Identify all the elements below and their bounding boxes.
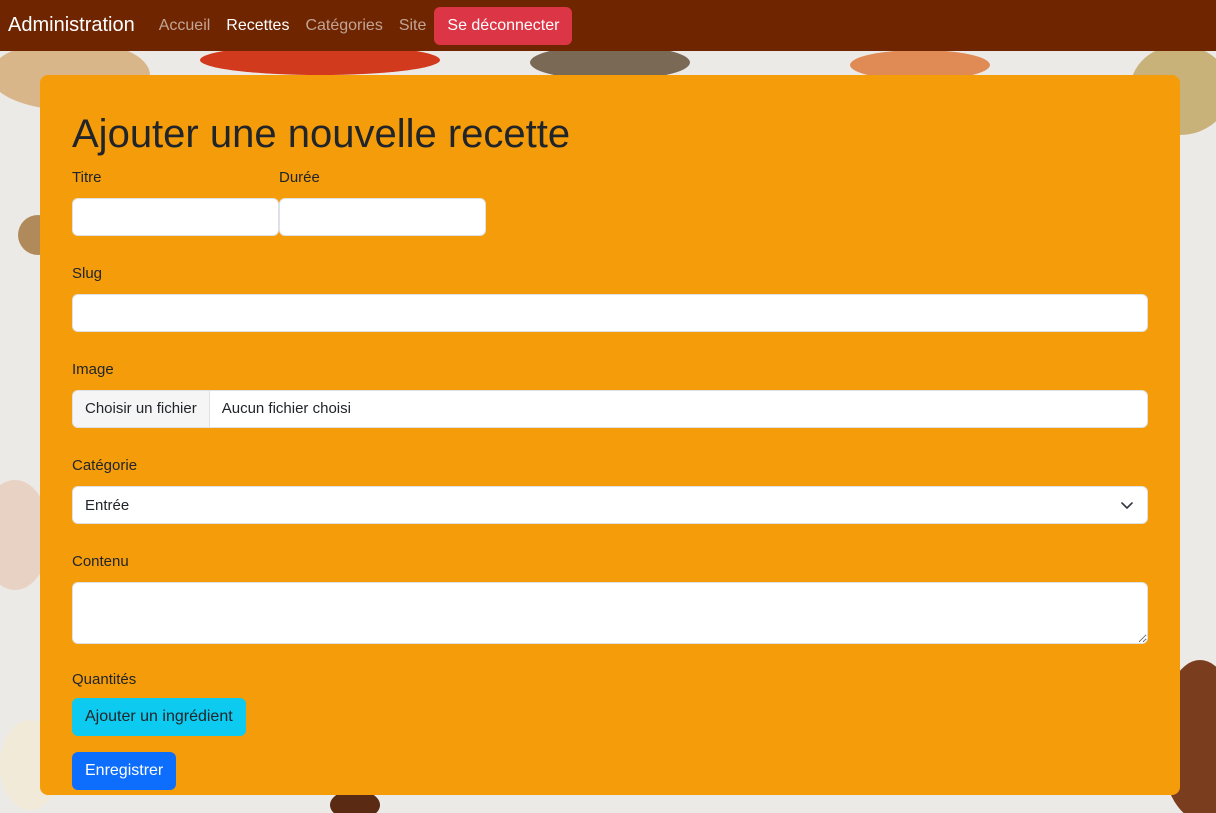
title-label: Titre (72, 169, 102, 186)
nav-link-site[interactable]: Site (399, 17, 427, 35)
slug-input[interactable] (72, 294, 1148, 332)
nav-link-recettes[interactable]: Recettes (226, 17, 289, 35)
content-group: Contenu (72, 552, 1148, 644)
navbar-brand[interactable]: Administration (8, 14, 135, 37)
slug-group: Slug (72, 264, 1148, 332)
duration-input[interactable] (279, 198, 486, 236)
quantities-label: Quantités (72, 671, 137, 688)
title-duration-row: Titre Durée (72, 168, 1148, 264)
image-file-input[interactable]: Choisir un fichier Aucun fichier choisi (72, 390, 1148, 428)
quantities-group: Quantités Ajouter un ingrédient (72, 670, 1148, 736)
nav-link-categories[interactable]: Catégories (305, 17, 382, 35)
duration-group: Durée (279, 168, 486, 236)
top-navbar: Administration Accueil Recettes Catégori… (0, 0, 1216, 51)
category-label: Catégorie (72, 457, 138, 474)
recipe-form-card: Ajouter une nouvelle recette Titre Durée… (40, 75, 1180, 795)
content-label: Contenu (72, 553, 129, 570)
image-group: Image Choisir un fichier Aucun fichier c… (72, 360, 1148, 428)
nav-link-accueil[interactable]: Accueil (159, 17, 211, 35)
slug-label: Slug (72, 265, 103, 282)
chevron-down-icon (1121, 502, 1133, 509)
choose-file-button[interactable]: Choisir un fichier (73, 391, 210, 427)
logout-button[interactable]: Se déconnecter (434, 6, 573, 45)
title-group: Titre (72, 168, 279, 236)
image-label: Image (72, 361, 114, 378)
duration-label: Durée (279, 169, 320, 186)
category-select[interactable]: Entrée (72, 486, 1148, 524)
file-status-text: Aucun fichier choisi (221, 400, 351, 417)
category-selected-value: Entrée (85, 496, 130, 514)
category-group: Catégorie Entrée (72, 456, 1148, 524)
page-title: Ajouter une nouvelle recette (72, 112, 571, 156)
title-input[interactable] (72, 198, 279, 236)
save-button[interactable]: Enregistrer (72, 752, 177, 790)
content-textarea[interactable] (72, 582, 1148, 644)
add-ingredient-button[interactable]: Ajouter un ingrédient (72, 698, 246, 736)
